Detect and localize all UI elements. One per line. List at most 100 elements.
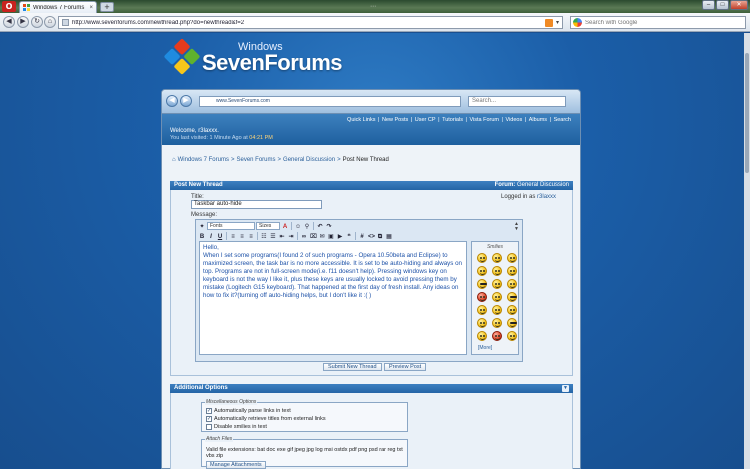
back-button[interactable]: ◀ (3, 16, 15, 28)
smilie-icon[interactable] (507, 305, 517, 315)
smilie-icon[interactable] (477, 305, 487, 315)
title-input[interactable]: Taskbar auto-hide (191, 200, 322, 209)
smilie-icon[interactable]: ☺ (294, 222, 302, 230)
browser-tab[interactable]: Windows 7 Forums - P... × (19, 1, 97, 13)
attach-icon[interactable]: ⚲ (303, 222, 311, 230)
link-albums[interactable]: Albums (528, 117, 548, 123)
search-box[interactable] (570, 16, 746, 29)
redo-icon[interactable]: ↷ (325, 222, 333, 230)
collapse-toggle-icon[interactable]: ▼ (562, 385, 569, 392)
bold-icon[interactable]: B (198, 232, 206, 240)
opera-menu-button[interactable]: O (2, 1, 16, 12)
submit-new-thread-button[interactable]: Submit New Thread (323, 363, 382, 371)
scrollbar-thumb[interactable] (745, 53, 749, 173)
smilie-icon[interactable] (507, 279, 517, 289)
smilie-icon[interactable] (507, 253, 517, 263)
checkbox-checked[interactable]: ✓ (206, 416, 212, 422)
spoiler-icon[interactable]: ▦ (385, 232, 393, 240)
more-smilies-link[interactable]: [More] (478, 345, 518, 351)
chevron-down-icon[interactable]: ▾ (556, 19, 559, 26)
smilie-icon[interactable] (507, 266, 517, 276)
new-tab-button[interactable]: + (100, 2, 114, 12)
rss-feed-icon[interactable] (544, 18, 553, 27)
link-quick-links[interactable]: Quick Links (346, 117, 376, 123)
breadcrumb-link[interactable]: General Discussion (283, 157, 335, 163)
smilie-mad-icon[interactable] (477, 292, 487, 302)
site-logo[interactable]: Windows SevenForums (163, 38, 343, 75)
checkbox-checked[interactable]: ✓ (206, 408, 212, 414)
wrap-tags-icon[interactable]: # (358, 232, 366, 240)
smilie-icon[interactable] (507, 331, 517, 341)
smilie-icon[interactable] (492, 318, 502, 328)
message-textarea[interactable]: Hello, When I set some programs(I found … (199, 241, 467, 355)
smilie-icon[interactable] (492, 279, 502, 289)
smilie-icon[interactable] (477, 253, 487, 263)
smilie-devil-icon[interactable] (492, 331, 502, 341)
editor-resize-icon[interactable]: ▲ ▼ (514, 222, 519, 232)
text-color-icon[interactable]: A (281, 222, 289, 230)
indent-icon[interactable]: ⇥ (287, 232, 295, 240)
link-search[interactable]: Search (553, 117, 572, 123)
link-icon[interactable]: ∞ (300, 232, 308, 240)
size-select[interactable]: Sizes (256, 222, 280, 230)
forum-name-link[interactable]: General Discussion (517, 182, 569, 188)
underline-icon[interactable]: U (216, 232, 224, 240)
unlink-icon[interactable]: ⌧ (309, 232, 317, 240)
option-retrieve-titles[interactable]: ✓ Automatically retrieve titles from ext… (206, 415, 407, 423)
smilie-icon[interactable] (477, 331, 487, 341)
code-icon[interactable]: <> (367, 232, 375, 240)
reload-button[interactable]: ↻ (31, 16, 43, 28)
image-icon[interactable]: ▣ (327, 232, 335, 240)
smilie-icon[interactable] (492, 266, 502, 276)
preview-post-button[interactable]: Preview Post (384, 363, 427, 371)
smilie-icon[interactable] (492, 253, 502, 263)
page-scrollbar[interactable] (744, 33, 750, 469)
smilie-icon[interactable] (477, 266, 487, 276)
smilie-icon[interactable] (492, 305, 502, 315)
smilie-icon[interactable] (492, 292, 502, 302)
drag-grip-icon[interactable]: ⋯ (370, 3, 377, 10)
link-user-cp[interactable]: User CP (414, 117, 437, 123)
smilie-cool-icon[interactable] (507, 292, 517, 302)
option-disable-smilies[interactable]: Disable smilies in text (206, 423, 407, 431)
forum-search-input[interactable]: Search... (468, 96, 566, 107)
smilie-cool-icon[interactable] (507, 318, 517, 328)
video-icon[interactable]: ▶ (336, 232, 344, 240)
home-icon[interactable]: ⌂ (172, 157, 176, 163)
close-window-button[interactable]: ✕ (730, 0, 748, 10)
forum-back-button[interactable]: ◀ (166, 95, 178, 107)
tab-close-icon[interactable]: × (89, 5, 93, 11)
forum-forward-button[interactable]: ▶ (180, 95, 192, 107)
smilie-icon[interactable] (477, 318, 487, 328)
link-videos[interactable]: Videos (505, 117, 524, 123)
smilie-cool-icon[interactable] (477, 279, 487, 289)
search-input[interactable] (585, 19, 735, 26)
italic-icon[interactable]: I (207, 232, 215, 240)
minimize-button[interactable]: – (702, 0, 715, 10)
outdent-icon[interactable]: ⇤ (278, 232, 286, 240)
forward-button[interactable]: ▶ (17, 16, 29, 28)
breadcrumb-link[interactable]: Seven Forums (237, 157, 276, 163)
align-left-icon[interactable]: ≡ (229, 232, 237, 240)
wysiwyg-toggle-icon[interactable]: ✦ (198, 222, 206, 230)
logged-in-user-link[interactable]: r3laxxx (537, 194, 556, 200)
email-icon[interactable]: ✉ (318, 232, 326, 240)
php-icon[interactable]: ⧉ (376, 232, 384, 240)
font-select[interactable]: Fonts (207, 222, 255, 230)
quote-icon[interactable]: ❝ (345, 232, 353, 240)
undo-icon[interactable]: ↶ (316, 222, 324, 230)
home-button[interactable]: ⌂ (44, 16, 56, 28)
forum-address-bar[interactable]: www.SevenForums.com (199, 96, 461, 107)
option-parse-links[interactable]: ✓ Automatically parse links in text (206, 407, 407, 415)
maximize-button[interactable]: □ (716, 0, 729, 10)
link-vista-forum[interactable]: Vista Forum (468, 117, 500, 123)
link-tutorials[interactable]: Tutorials (441, 117, 464, 123)
breadcrumb-link[interactable]: Windows 7 Forums (178, 157, 229, 163)
checkbox-unchecked[interactable] (206, 424, 212, 430)
link-new-posts[interactable]: New Posts (381, 117, 409, 123)
address-bar[interactable]: http://www.sevenforums.com/newthread.php… (58, 16, 563, 29)
align-right-icon[interactable]: ≡ (247, 232, 255, 240)
manage-attachments-button[interactable]: Manage Attachments (206, 461, 266, 469)
ordered-list-icon[interactable]: ☷ (260, 232, 268, 240)
unordered-list-icon[interactable]: ☰ (269, 232, 277, 240)
